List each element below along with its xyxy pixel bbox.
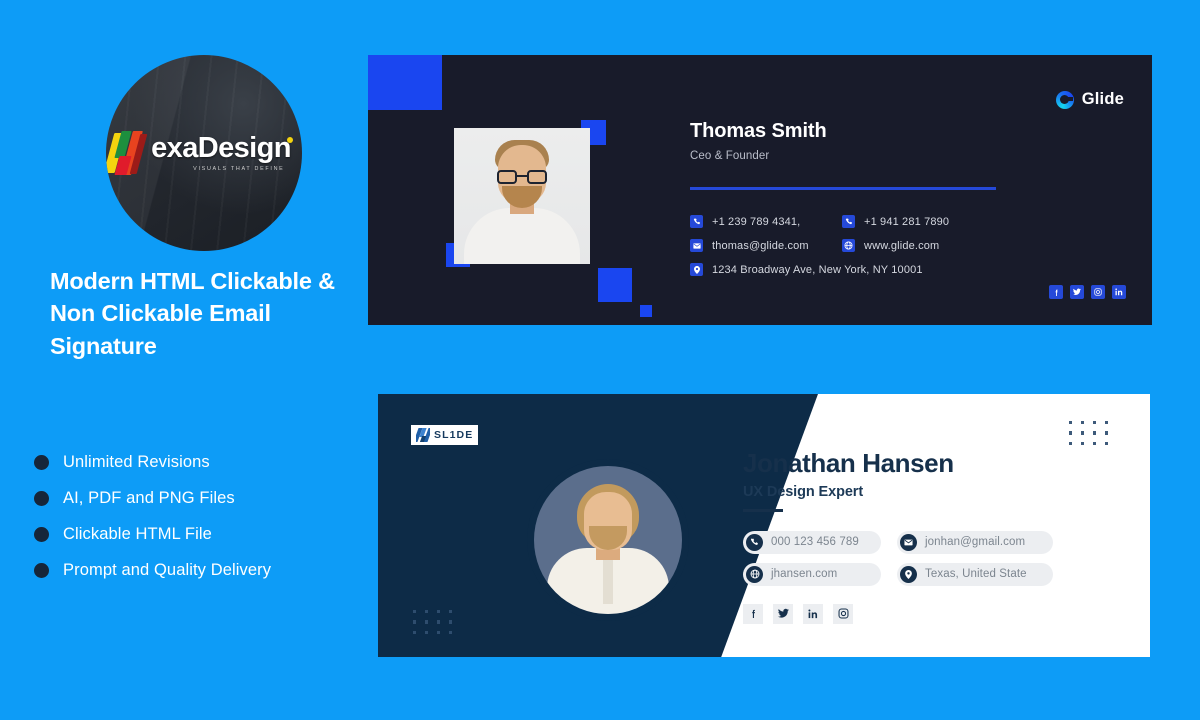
mail-icon bbox=[690, 239, 703, 252]
person-name: Jonathan Hansen bbox=[743, 448, 954, 478]
list-item: AI, PDF and PNG Files bbox=[34, 480, 364, 516]
contact-row: 1234 Broadway Ave, New York, NY 10001 bbox=[690, 258, 1020, 282]
contact-row: thomas@glide.com www.glide.com bbox=[690, 234, 1020, 258]
contact-text: Texas, United State bbox=[925, 568, 1027, 580]
feature-label: Unlimited Revisions bbox=[63, 452, 210, 471]
decor-square-tiny bbox=[640, 305, 652, 317]
location-icon bbox=[690, 263, 703, 276]
card1-info: Thomas Smith Ceo & Founder +1 239 789 43… bbox=[690, 120, 1020, 282]
contact-email[interactable]: jonhan@gmail.com bbox=[897, 530, 1053, 554]
facebook-icon[interactable] bbox=[743, 603, 763, 624]
contact-row: +1 239 789 4341, +1 941 281 7890 bbox=[690, 210, 1020, 234]
promo-panel: exaDesign VISUALS THAT DEFINE Modern HTM… bbox=[0, 0, 368, 720]
contact-text: +1 239 789 4341, bbox=[712, 215, 801, 228]
person-role: UX Design Expert bbox=[743, 484, 864, 500]
contact-address[interactable]: 1234 Broadway Ave, New York, NY 10001 bbox=[690, 263, 923, 276]
contact-location[interactable]: Texas, United State bbox=[897, 562, 1053, 586]
brand-logo-circle: exaDesign VISUALS THAT DEFINE bbox=[106, 55, 302, 251]
avatar bbox=[527, 459, 689, 621]
contact-phone-2[interactable]: +1 941 281 7890 bbox=[842, 215, 949, 228]
divider bbox=[690, 187, 996, 190]
bullet-dot-icon bbox=[34, 526, 49, 542]
logo-word-main: exaDesign bbox=[151, 132, 291, 164]
decor-square-top-left bbox=[368, 55, 442, 110]
feature-list: Unlimited Revisions AI, PDF and PNG File… bbox=[34, 444, 364, 588]
list-item: Clickable HTML File bbox=[34, 516, 364, 552]
glide-g-icon bbox=[1055, 90, 1074, 109]
instagram-icon[interactable] bbox=[1091, 285, 1105, 299]
dot-grid-decoration-left bbox=[413, 610, 454, 635]
person-role: Ceo & Founder bbox=[690, 150, 770, 162]
avatar-body bbox=[464, 208, 580, 264]
instagram-icon[interactable] bbox=[833, 603, 853, 624]
list-item: Prompt and Quality Delivery bbox=[34, 552, 364, 588]
contact-list: +1 239 789 4341, +1 941 281 7890 thomas@… bbox=[690, 210, 1020, 282]
linkedin-icon[interactable] bbox=[1112, 285, 1126, 299]
slide-wordmark: SL1DE bbox=[434, 429, 474, 441]
nexadesign-logo: exaDesign VISUALS THAT DEFINE bbox=[106, 131, 293, 175]
decor-square-bottom-right bbox=[598, 268, 632, 302]
contact-website[interactable]: www.glide.com bbox=[842, 239, 939, 252]
phone-icon bbox=[842, 215, 855, 228]
avatar-image bbox=[534, 466, 682, 614]
slide-brand-logo[interactable]: SL1DE bbox=[411, 425, 479, 445]
twitter-icon[interactable] bbox=[773, 603, 793, 624]
glide-brand-logo[interactable]: Glide bbox=[1055, 90, 1124, 109]
location-icon bbox=[900, 565, 917, 583]
social-links bbox=[743, 603, 1113, 624]
avatar-glasses-icon bbox=[497, 170, 547, 184]
contact-text: jonhan@gmail.com bbox=[925, 536, 1026, 548]
contact-text: jhansen.com bbox=[771, 568, 838, 580]
globe-icon bbox=[842, 239, 855, 252]
phone-icon bbox=[690, 215, 703, 228]
contact-text: 000 123 456 789 bbox=[771, 536, 859, 548]
promo-headline: Modern HTML Clickable & Non Clickable Em… bbox=[50, 268, 335, 359]
nexa-logo-mark-icon bbox=[106, 131, 149, 175]
nexa-logo-wordmark: exaDesign VISUALS THAT DEFINE bbox=[151, 132, 293, 172]
email-signature-card-dark: Glide Thomas Smith Ceo & Founder +1 239 … bbox=[368, 55, 1152, 325]
linkedin-icon[interactable] bbox=[803, 603, 823, 624]
avatar bbox=[454, 128, 590, 264]
list-item: Unlimited Revisions bbox=[34, 444, 364, 480]
social-links bbox=[1049, 285, 1126, 299]
mail-icon bbox=[900, 533, 917, 551]
dot-grid-decoration-right bbox=[1069, 421, 1110, 446]
slide-logo-mark-icon bbox=[416, 428, 430, 442]
contact-phone-1[interactable]: +1 239 789 4341, bbox=[690, 215, 842, 228]
feature-label: Clickable HTML File bbox=[63, 524, 212, 543]
person-name: Thomas Smith bbox=[690, 120, 827, 142]
bullet-dot-icon bbox=[34, 454, 49, 470]
divider bbox=[743, 509, 783, 512]
glide-brand-name: Glide bbox=[1081, 90, 1124, 108]
contact-text: thomas@glide.com bbox=[712, 239, 809, 252]
logo-tagline: VISUALS THAT DEFINE bbox=[193, 166, 285, 172]
contact-text: www.glide.com bbox=[864, 239, 940, 252]
phone-icon bbox=[746, 533, 763, 551]
bullet-dot-icon bbox=[34, 490, 49, 506]
bullet-dot-icon bbox=[34, 562, 49, 578]
feature-label: Prompt and Quality Delivery bbox=[63, 560, 272, 579]
globe-icon bbox=[746, 565, 763, 583]
twitter-icon[interactable] bbox=[1070, 285, 1084, 299]
contact-email[interactable]: thomas@glide.com bbox=[690, 239, 842, 252]
avatar-beard bbox=[502, 186, 542, 208]
card2-info: Jonathan Hansen UX Design Expert 000 123… bbox=[743, 448, 1113, 624]
contact-text: +1 941 281 7890 bbox=[864, 215, 950, 228]
contact-website[interactable]: jhansen.com bbox=[743, 562, 881, 586]
email-signature-card-light: SL1DE Jonathan Hansen UX Design Expert 0… bbox=[378, 394, 1150, 657]
contact-phone[interactable]: 000 123 456 789 bbox=[743, 530, 881, 554]
contact-text: 1234 Broadway Ave, New York, NY 10001 bbox=[712, 263, 923, 276]
facebook-icon[interactable] bbox=[1049, 285, 1063, 299]
logo-dot-icon bbox=[286, 137, 293, 143]
feature-label: AI, PDF and PNG Files bbox=[63, 488, 235, 507]
contact-list: 000 123 456 789 jonhan@gmail.com jhansen… bbox=[743, 530, 1113, 586]
